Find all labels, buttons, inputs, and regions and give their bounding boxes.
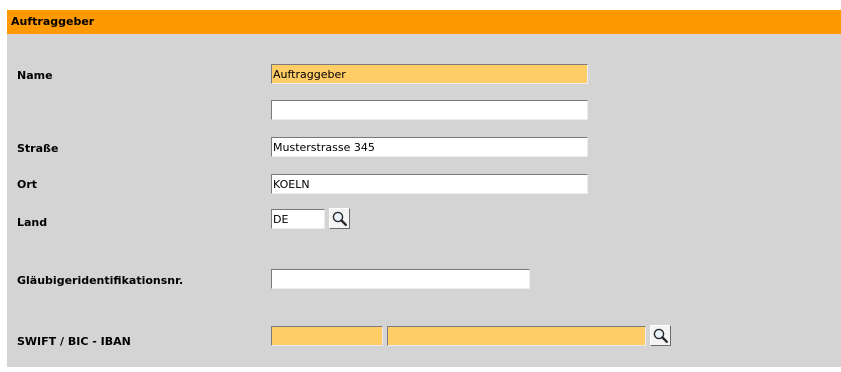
panel-title: Auftraggeber (11, 15, 95, 28)
ort-label: Ort (17, 178, 38, 191)
strasse-label: Straße (17, 142, 59, 155)
glaeubiger-id-input[interactable] (271, 269, 530, 289)
land-lookup-button[interactable] (329, 208, 350, 229)
magnifier-icon (332, 211, 348, 227)
name-input[interactable] (271, 64, 588, 84)
name-line2-input[interactable] (271, 100, 588, 120)
strasse-input[interactable] (271, 137, 588, 157)
swift-iban-label: SWIFT / BIC - IBAN (17, 335, 131, 348)
name-label: Name (17, 69, 53, 82)
auftraggeber-panel: Auftraggeber Name Straße Ort Land Gläubi… (7, 10, 841, 367)
land-input[interactable] (271, 209, 325, 229)
iban-lookup-button[interactable] (650, 325, 671, 346)
glaeubiger-id-label: Gläubigeridentifikationsnr. (17, 274, 184, 287)
ort-input[interactable] (271, 174, 588, 194)
land-label: Land (17, 216, 48, 229)
swift-bic-input[interactable] (271, 326, 383, 346)
iban-input[interactable] (387, 326, 646, 346)
panel-header: Auftraggeber (7, 10, 841, 34)
magnifier-icon (653, 328, 669, 344)
